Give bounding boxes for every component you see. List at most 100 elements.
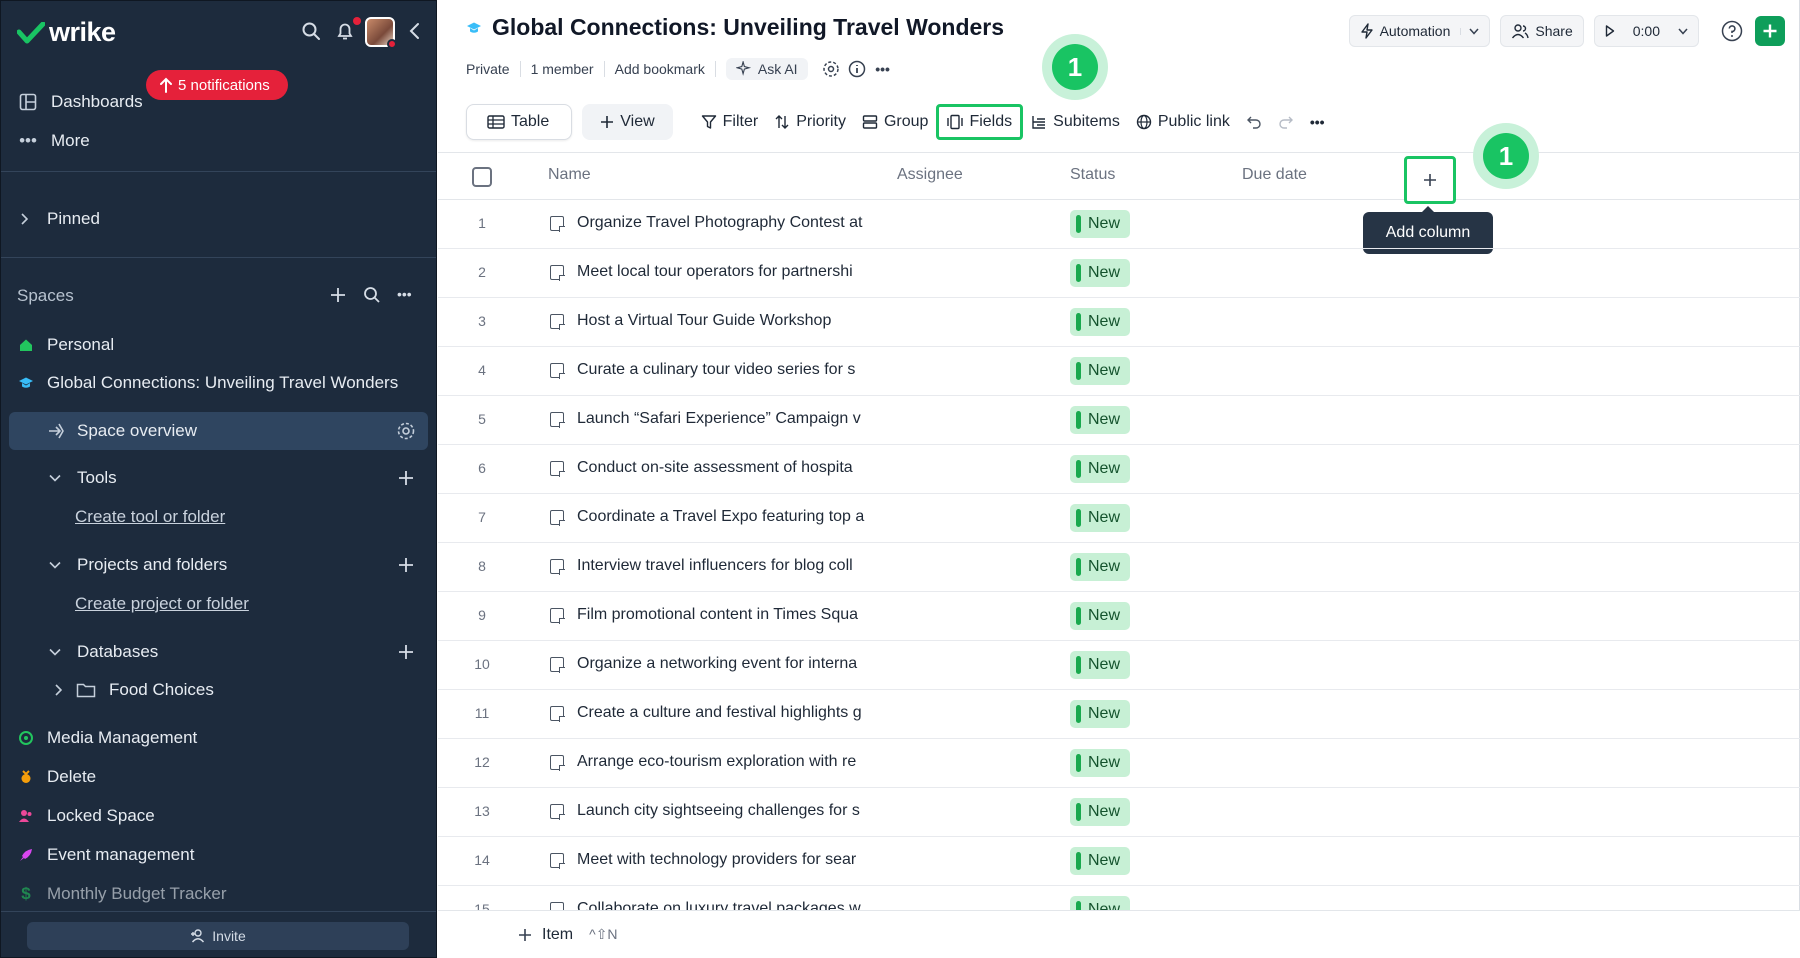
- task-name[interactable]: Film promotional content in Times Squa: [577, 606, 880, 624]
- task-name[interactable]: Organize a networking event for interna: [577, 655, 880, 673]
- help-icon[interactable]: [1719, 18, 1745, 44]
- task-name[interactable]: Organize Travel Photography Contest at: [577, 214, 880, 232]
- task-name[interactable]: Collaborate on luxury travel packages w: [577, 900, 880, 910]
- column-header-name[interactable]: Name: [548, 166, 591, 184]
- status-badge[interactable]: New: [1070, 308, 1131, 336]
- task-name[interactable]: Launch city sightseeing challenges for s: [577, 802, 880, 820]
- table-row[interactable]: 8 Interview travel influencers for blog c…: [438, 543, 1800, 592]
- sidebar-item-space-overview[interactable]: Space overview: [1, 414, 436, 448]
- add-item-button[interactable]: Item: [518, 926, 573, 944]
- chevron-down-icon[interactable]: [1460, 27, 1479, 35]
- table-row[interactable]: 3 Host a Virtual Tour Guide Workshop New: [438, 298, 1800, 347]
- table-row[interactable]: 14 Meet with technology providers for sea…: [438, 837, 1800, 886]
- sidebar-item-food-choices[interactable]: Food Choices: [1, 673, 436, 707]
- create-project-link[interactable]: Create project or folder: [75, 594, 249, 614]
- collapse-sidebar-icon[interactable]: [405, 21, 427, 43]
- table-row[interactable]: 9 Film promotional content in Times Squa N…: [438, 592, 1800, 641]
- table-row[interactable]: 5 Launch “Safari Experience” Campaign v Ne…: [438, 396, 1800, 445]
- table-row[interactable]: 10 Organize a networking event for intern…: [438, 641, 1800, 690]
- create-tool-link[interactable]: Create tool or folder: [75, 507, 225, 527]
- task-name[interactable]: Host a Virtual Tour Guide Workshop: [577, 312, 880, 330]
- chevron-down-icon[interactable]: [1670, 28, 1688, 35]
- column-header-due-date[interactable]: Due date: [1242, 166, 1307, 184]
- status-badge[interactable]: New: [1070, 602, 1131, 630]
- task-name[interactable]: Create a culture and festival highlights…: [577, 704, 880, 722]
- sidebar-item-dashboards[interactable]: Dashboards: [1, 85, 436, 119]
- filter-button[interactable]: Filter: [693, 104, 767, 140]
- space-settings-icon[interactable]: [396, 421, 416, 441]
- add-tool-icon[interactable]: [397, 469, 415, 487]
- task-name[interactable]: Meet with technology providers for sear: [577, 851, 880, 869]
- members-label[interactable]: 1 member: [521, 61, 605, 77]
- group-button[interactable]: Group: [854, 104, 936, 140]
- info-icon[interactable]: [844, 56, 870, 82]
- status-badge[interactable]: New: [1070, 896, 1131, 910]
- status-badge[interactable]: New: [1070, 504, 1131, 532]
- status-badge[interactable]: New: [1070, 406, 1131, 434]
- column-header-assignee[interactable]: Assignee: [897, 166, 963, 184]
- space-monthly-budget[interactable]: $ Monthly Budget Tracker: [1, 877, 436, 911]
- timer-button[interactable]: 0:00: [1593, 15, 1699, 47]
- space-media-management[interactable]: Media Management: [1, 721, 436, 755]
- space-global-connections[interactable]: Global Connections: Unveiling Travel Won…: [1, 366, 436, 400]
- tab-table[interactable]: Table: [466, 104, 573, 140]
- public-link-button[interactable]: Public link: [1128, 104, 1238, 140]
- table-row[interactable]: 15 Collaborate on luxury travel packages …: [438, 886, 1800, 910]
- table-row[interactable]: 1 Organize Travel Photography Contest at N…: [438, 200, 1800, 249]
- add-bookmark-link[interactable]: Add bookmark: [605, 61, 716, 77]
- status-badge[interactable]: New: [1070, 700, 1131, 728]
- fields-button[interactable]: Fields: [936, 104, 1024, 140]
- page-title[interactable]: Global Connections: Unveiling Travel Won…: [492, 14, 1004, 41]
- sidebar-item-pinned[interactable]: Pinned: [1, 202, 436, 236]
- task-name[interactable]: Coordinate a Travel Expo featuring top a: [577, 508, 880, 526]
- status-badge[interactable]: New: [1070, 455, 1131, 483]
- space-locked-space[interactable]: Locked Space: [1, 799, 436, 833]
- settings-icon[interactable]: [818, 56, 844, 82]
- search-icon[interactable]: [301, 21, 323, 43]
- status-badge[interactable]: New: [1070, 210, 1131, 238]
- task-name[interactable]: Launch “Safari Experience” Campaign v: [577, 410, 880, 428]
- create-new-button[interactable]: [1755, 16, 1785, 46]
- add-column-button[interactable]: [1404, 156, 1456, 204]
- add-space-icon[interactable]: [329, 286, 347, 304]
- table-row[interactable]: 6 Conduct on-site assessment of hospita Ne…: [438, 445, 1800, 494]
- table-row[interactable]: 4 Curate a culinary tour video series for…: [438, 347, 1800, 396]
- share-button[interactable]: Share: [1500, 15, 1584, 47]
- table-row[interactable]: 13 Launch city sightseeing challenges for…: [438, 788, 1800, 837]
- spaces-more-icon[interactable]: •••: [397, 286, 412, 302]
- status-badge[interactable]: New: [1070, 259, 1131, 287]
- status-badge[interactable]: New: [1070, 749, 1131, 777]
- add-database-icon[interactable]: [397, 643, 415, 661]
- table-row[interactable]: 11 Create a culture and festival highligh…: [438, 690, 1800, 739]
- status-badge[interactable]: New: [1070, 357, 1131, 385]
- task-name[interactable]: Conduct on-site assessment of hospita: [577, 459, 880, 477]
- privacy-label[interactable]: Private: [466, 61, 521, 77]
- add-project-icon[interactable]: [397, 556, 415, 574]
- table-row[interactable]: 12 Arrange eco-tourism exploration with r…: [438, 739, 1800, 788]
- sidebar-item-more[interactable]: ••• More: [1, 124, 436, 158]
- redo-button[interactable]: [1270, 104, 1302, 140]
- bell-icon[interactable]: [335, 21, 357, 43]
- automation-button[interactable]: Automation: [1348, 15, 1491, 47]
- status-badge[interactable]: New: [1070, 553, 1131, 581]
- search-spaces-icon[interactable]: [363, 286, 381, 304]
- undo-button[interactable]: [1238, 104, 1270, 140]
- sidebar-section-tools[interactable]: Tools: [1, 461, 436, 495]
- task-name[interactable]: Interview travel influencers for blog co…: [577, 557, 880, 575]
- task-name[interactable]: Meet local tour operators for partnershi: [577, 263, 880, 281]
- status-badge[interactable]: New: [1070, 651, 1131, 679]
- status-badge[interactable]: New: [1070, 847, 1131, 875]
- invite-button[interactable]: Invite: [27, 922, 409, 950]
- sidebar-section-databases[interactable]: Databases: [1, 635, 436, 669]
- select-all-checkbox[interactable]: [472, 167, 492, 187]
- subitems-button[interactable]: Subitems: [1023, 104, 1128, 140]
- priority-button[interactable]: Priority: [766, 104, 854, 140]
- table-row[interactable]: 2 Meet local tour operators for partnersh…: [438, 249, 1800, 298]
- sidebar-section-projects[interactable]: Projects and folders: [1, 548, 436, 582]
- task-name[interactable]: Curate a culinary tour video series for …: [577, 361, 880, 379]
- ask-ai-button[interactable]: Ask AI: [725, 58, 808, 80]
- status-badge[interactable]: New: [1070, 798, 1131, 826]
- toolbar-more-icon[interactable]: •••: [1302, 104, 1333, 140]
- add-view-button[interactable]: View: [582, 104, 673, 140]
- space-delete[interactable]: Delete: [1, 760, 436, 794]
